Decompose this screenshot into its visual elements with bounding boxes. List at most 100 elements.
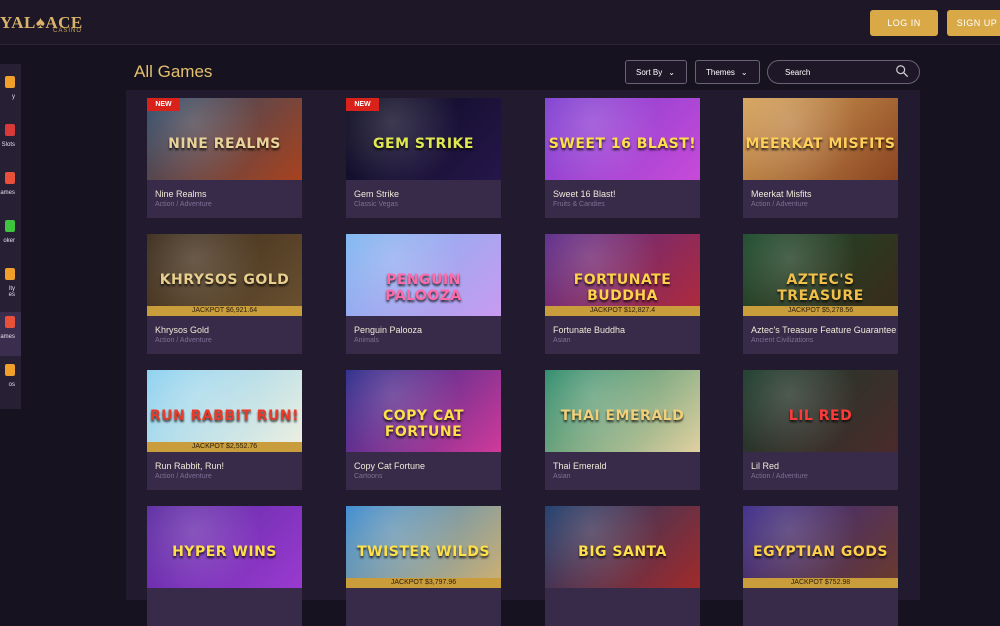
chevron-down-icon: ⌄ bbox=[740, 67, 748, 77]
game-thumbnail[interactable]: SWEET 16 BLAST! bbox=[545, 98, 700, 180]
sidebar-item-0[interactable]: y bbox=[0, 72, 21, 116]
game-thumbnail[interactable]: PENGUIN PALOOZA bbox=[346, 234, 501, 316]
game-name[interactable]: Meerkat Misfits bbox=[751, 189, 896, 199]
game-category: Ancient Civilizations bbox=[751, 337, 814, 344]
game-card[interactable]: SWEET 16 BLAST! Sweet 16 Blast! Fruits & C… bbox=[545, 98, 700, 218]
game-name[interactable]: Khrysos Gold bbox=[155, 325, 300, 335]
game-thumbnail[interactable]: NINE REALMS NEW bbox=[147, 98, 302, 180]
game-logo-text: KHRYSOS GOLD bbox=[159, 272, 290, 288]
sidebar-item-label: ames bbox=[0, 190, 15, 196]
game-logo-text: EGYPTIAN GODS bbox=[753, 544, 888, 560]
game-name[interactable]: Nine Realms bbox=[155, 189, 300, 199]
signup-button[interactable]: SIGN UP bbox=[947, 10, 1000, 36]
game-thumbnail[interactable]: GEM STRIKE NEW bbox=[346, 98, 501, 180]
sidebar-item-label: oker bbox=[3, 238, 15, 244]
star-icon bbox=[5, 76, 15, 88]
game-name[interactable]: Aztec's Treasure Feature Guarantee bbox=[751, 325, 896, 335]
sidebar-item-2[interactable]: ames bbox=[0, 168, 21, 212]
game-category: Asian bbox=[553, 337, 571, 344]
themes-label: Themes bbox=[706, 67, 735, 77]
game-name[interactable]: Sweet 16 Blast! bbox=[553, 189, 698, 199]
game-thumbnail[interactable]: KHRYSOS GOLD JACKPOT $6,921.64 bbox=[147, 234, 302, 316]
game-card[interactable]: LIL RED Lil Red Action / Adventure bbox=[743, 370, 898, 490]
game-name[interactable]: Penguin Palooza bbox=[354, 325, 499, 335]
sidebar-item-6[interactable]: os bbox=[0, 360, 21, 404]
game-logo-text: NINE REALMS bbox=[168, 136, 281, 152]
sidebar-item-label: ames bbox=[0, 334, 15, 340]
game-logo-text: TWISTER WILDS bbox=[357, 544, 490, 560]
top-bar: YAL♠ACE CASINO LOG IN SIGN UP bbox=[0, 0, 1000, 45]
game-card[interactable]: THAI EMERALD Thai Emerald Asian bbox=[545, 370, 700, 490]
game-logo-text: THAI EMERALD bbox=[560, 408, 685, 424]
sidebar-item-label: Slots bbox=[1, 142, 15, 148]
game-category: Action / Adventure bbox=[155, 473, 212, 480]
game-name[interactable]: Thai Emerald bbox=[553, 461, 698, 471]
game-card[interactable]: MEERKAT MISFITS Meerkat Misfits Action / A… bbox=[743, 98, 898, 218]
game-card[interactable]: COPY CAT FORTUNE Copy Cat Fortune Cartoons bbox=[346, 370, 501, 490]
page-title: All Games bbox=[134, 62, 213, 81]
game-thumbnail[interactable]: TWISTER WILDS JACKPOT $3,797.96 bbox=[346, 506, 501, 588]
game-thumbnail[interactable]: HYPER WINS bbox=[147, 506, 302, 588]
game-card[interactable]: KHRYSOS GOLD JACKPOT $6,921.64 Khrysos Gol… bbox=[147, 234, 302, 354]
jackpot-banner: JACKPOT $752.98 bbox=[743, 578, 898, 588]
game-card[interactable]: EGYPTIAN GODS JACKPOT $752.98 bbox=[743, 506, 898, 626]
new-badge: NEW bbox=[346, 98, 379, 111]
game-thumbnail[interactable]: THAI EMERALD bbox=[545, 370, 700, 452]
slot-icon bbox=[5, 124, 15, 136]
game-name[interactable]: Run Rabbit, Run! bbox=[155, 461, 300, 471]
new-badge: NEW bbox=[147, 98, 180, 111]
category-sidebar: y Slots ames oker lty es ames os bbox=[0, 64, 21, 409]
game-thumbnail[interactable]: MEERKAT MISFITS bbox=[743, 98, 898, 180]
sidebar-item-3[interactable]: oker bbox=[0, 216, 21, 260]
game-name[interactable]: Fortunate Buddha bbox=[553, 325, 698, 335]
game-thumbnail[interactable]: RUN RABBIT RUN! JACKPOT $2,552.76 bbox=[147, 370, 302, 452]
game-thumbnail[interactable]: FORTUNATE BUDDHA JACKPOT $12,827.4 bbox=[545, 234, 700, 316]
game-logo-text: SWEET 16 BLAST! bbox=[548, 136, 697, 152]
game-card[interactable]: NINE REALMS NEW Nine Realms Action / Advent… bbox=[147, 98, 302, 218]
sidebar-item-5[interactable]: ames bbox=[0, 312, 21, 356]
jackpot-banner: JACKPOT $2,552.76 bbox=[147, 442, 302, 452]
game-name[interactable]: Copy Cat Fortune bbox=[354, 461, 499, 471]
game-category: Action / Adventure bbox=[155, 201, 212, 208]
game-card[interactable]: PENGUIN PALOOZA Penguin Palooza Animals bbox=[346, 234, 501, 354]
game-thumbnail[interactable]: LIL RED bbox=[743, 370, 898, 452]
poker-icon bbox=[5, 220, 15, 232]
game-card[interactable]: RUN RABBIT RUN! JACKPOT $2,552.76 Run Rabb… bbox=[147, 370, 302, 490]
game-category: Classic Vegas bbox=[354, 201, 398, 208]
game-category: Action / Adventure bbox=[751, 473, 808, 480]
game-thumbnail[interactable]: EGYPTIAN GODS JACKPOT $752.98 bbox=[743, 506, 898, 588]
login-button[interactable]: LOG IN bbox=[870, 10, 938, 36]
all-games-icon bbox=[5, 316, 15, 328]
game-logo-text: PENGUIN PALOOZA bbox=[385, 272, 462, 304]
game-name[interactable]: Gem Strike bbox=[354, 189, 499, 199]
themes-dropdown[interactable]: Themes ⌄ bbox=[695, 60, 760, 84]
game-logo-text: HYPER WINS bbox=[172, 544, 277, 560]
sidebar-item-1[interactable]: Slots bbox=[0, 120, 21, 164]
game-card[interactable]: AZTEC'S TREASURE JACKPOT $5,278.56 Aztec's… bbox=[743, 234, 898, 354]
game-thumbnail[interactable]: COPY CAT FORTUNE bbox=[346, 370, 501, 452]
game-thumbnail[interactable]: AZTEC'S TREASURE JACKPOT $5,278.56 bbox=[743, 234, 898, 316]
sidebar-item-label: os bbox=[8, 382, 15, 388]
game-card[interactable]: HYPER WINS bbox=[147, 506, 302, 626]
search-placeholder: Search bbox=[785, 67, 811, 77]
game-name[interactable]: Lil Red bbox=[751, 461, 896, 471]
search-icon[interactable] bbox=[895, 64, 909, 78]
sidebar-item-label: lty es bbox=[8, 286, 15, 298]
game-card[interactable]: FORTUNATE BUDDHA JACKPOT $12,827.4 Fortuna… bbox=[545, 234, 700, 354]
logo-subtitle: CASINO bbox=[53, 28, 83, 34]
game-category: Animals bbox=[354, 337, 379, 344]
game-logo-text: FORTUNATE BUDDHA bbox=[573, 272, 672, 304]
chevron-down-icon: ⌄ bbox=[668, 67, 675, 77]
game-thumbnail[interactable]: BIG SANTA bbox=[545, 506, 700, 588]
game-category: Cartoons bbox=[354, 473, 383, 480]
game-category: Action / Adventure bbox=[155, 337, 212, 344]
game-category: Fruits & Candies bbox=[553, 201, 605, 208]
sort-by-dropdown[interactable]: Sort By ⌄ bbox=[625, 60, 687, 84]
game-card[interactable]: GEM STRIKE NEW Gem Strike Classic Vegas bbox=[346, 98, 501, 218]
game-card[interactable]: TWISTER WILDS JACKPOT $3,797.96 bbox=[346, 506, 501, 626]
game-card[interactable]: BIG SANTA bbox=[545, 506, 700, 626]
sidebar-item-4[interactable]: lty es bbox=[0, 264, 21, 308]
search-input[interactable]: Search bbox=[767, 60, 920, 84]
casino-logo[interactable]: YAL♠ACE CASINO bbox=[0, 8, 83, 38]
promos-icon bbox=[5, 364, 15, 376]
